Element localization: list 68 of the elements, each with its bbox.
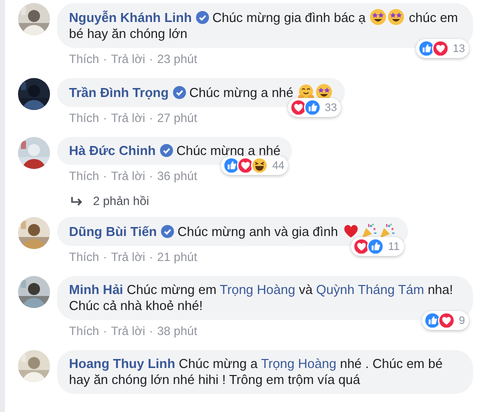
action-link[interactable]: Thích [69, 52, 100, 66]
reaction-badge[interactable]: 44 [221, 156, 288, 175]
author-link[interactable]: Nguyễn Khánh Linh [69, 10, 192, 25]
party-popper-icon [360, 223, 377, 239]
separator-dot: · [149, 250, 154, 264]
action-link[interactable]: Thích [69, 250, 100, 264]
separator-dot: · [149, 169, 154, 183]
reaction-badge[interactable]: 13 [416, 39, 469, 58]
reply-arrow-icon [71, 196, 83, 206]
mention-link[interactable]: Trọng Hoàng [220, 282, 296, 297]
comment-time[interactable]: 27 phút [157, 111, 198, 125]
author-link[interactable]: Trần Đình Trọng [69, 85, 169, 100]
separator-dot: · [103, 169, 108, 183]
action-link[interactable]: Thích [69, 324, 100, 338]
love-reaction-icon [237, 157, 254, 174]
heart-emoji-icon [342, 223, 359, 239]
hugging-emoji-icon [298, 84, 314, 100]
author-link[interactable]: Minh Hải [69, 282, 124, 297]
author-link[interactable]: Hà Đức Chinh [69, 143, 156, 158]
comment-time[interactable]: 23 phút [157, 52, 198, 66]
reaction-badge[interactable]: 9 [422, 311, 469, 330]
comment-text: Hà Đức Chinh Chúc mừng a nhé [69, 143, 280, 159]
like-reaction-icon [304, 99, 321, 116]
like-reaction-icon [424, 312, 441, 329]
mention-link[interactable]: Quỳnh Tháng Tám [316, 282, 424, 297]
reaction-count: 11 [388, 240, 400, 252]
reaction-badge[interactable]: 11 [351, 237, 404, 256]
action-link[interactable]: Trả lời [111, 324, 146, 338]
reaction-count: 9 [458, 314, 465, 326]
like-reaction-icon [223, 157, 240, 174]
like-reaction-icon [418, 40, 435, 57]
reaction-count: 33 [324, 102, 338, 114]
star-eyes-emoji-icon [370, 9, 386, 25]
mention-link[interactable]: Trọng Hoàng [260, 356, 336, 371]
comment-time[interactable]: 36 phút [157, 169, 198, 183]
author-link[interactable]: Dũng Bùi Tiến [69, 224, 157, 239]
love-reaction-icon [290, 99, 307, 116]
replies-link[interactable]: 2 phản hồi [93, 194, 150, 208]
comment-time[interactable]: 38 phút [157, 324, 198, 338]
action-link[interactable]: Trả lời [111, 169, 146, 183]
love-reaction-icon [432, 40, 449, 57]
comment-time[interactable]: 21 phút [157, 250, 198, 264]
author-link[interactable]: Hoang Thuy Linh [69, 356, 176, 371]
like-reaction-icon [367, 238, 384, 255]
action-link[interactable]: Thích [69, 111, 100, 125]
separator-dot: · [103, 52, 108, 66]
star-eyes-emoji-icon [388, 9, 404, 25]
reaction-badge[interactable]: 33 [288, 98, 342, 117]
comment-text: Hoang Thuy Linh Chúc mừng a Trọng Hoàng nhé . Chúc em bé hay ăn chóng lớn nhé hihi ! Trông em trộm vía quá [69, 356, 444, 388]
action-link[interactable]: Thích [69, 169, 100, 183]
laughing-reaction-icon [251, 157, 268, 174]
separator-dot: · [149, 324, 154, 338]
action-link[interactable]: Trả lời [111, 52, 146, 66]
reaction-count: 13 [452, 42, 465, 54]
separator-dot: · [103, 111, 108, 125]
action-link[interactable]: Trả lời [111, 250, 146, 264]
action-link[interactable]: Trả lời [111, 111, 146, 125]
separator-dot: · [103, 324, 108, 338]
reaction-count: 44 [272, 160, 284, 172]
comment-text: Minh Hải Chúc mừng em Trọng Hoàng và Quỳnh Tháng Tám nha! Chúc cả nhà khoẻ nhé! [69, 282, 454, 314]
separator-dot: · [149, 52, 154, 66]
comment-text: Dũng Bùi Tiến Chúc mừng anh và gia đình [69, 223, 396, 240]
love-reaction-icon [353, 238, 370, 255]
comment-text: Nguyễn Khánh Linh Chúc mừng gia đình bác ạ chúc em bé hay ăn chóng lớn [69, 9, 460, 42]
separator-dot: · [103, 250, 108, 264]
separator-dot: · [149, 111, 154, 125]
love-reaction-icon [438, 312, 455, 329]
party-popper-icon [378, 223, 395, 239]
